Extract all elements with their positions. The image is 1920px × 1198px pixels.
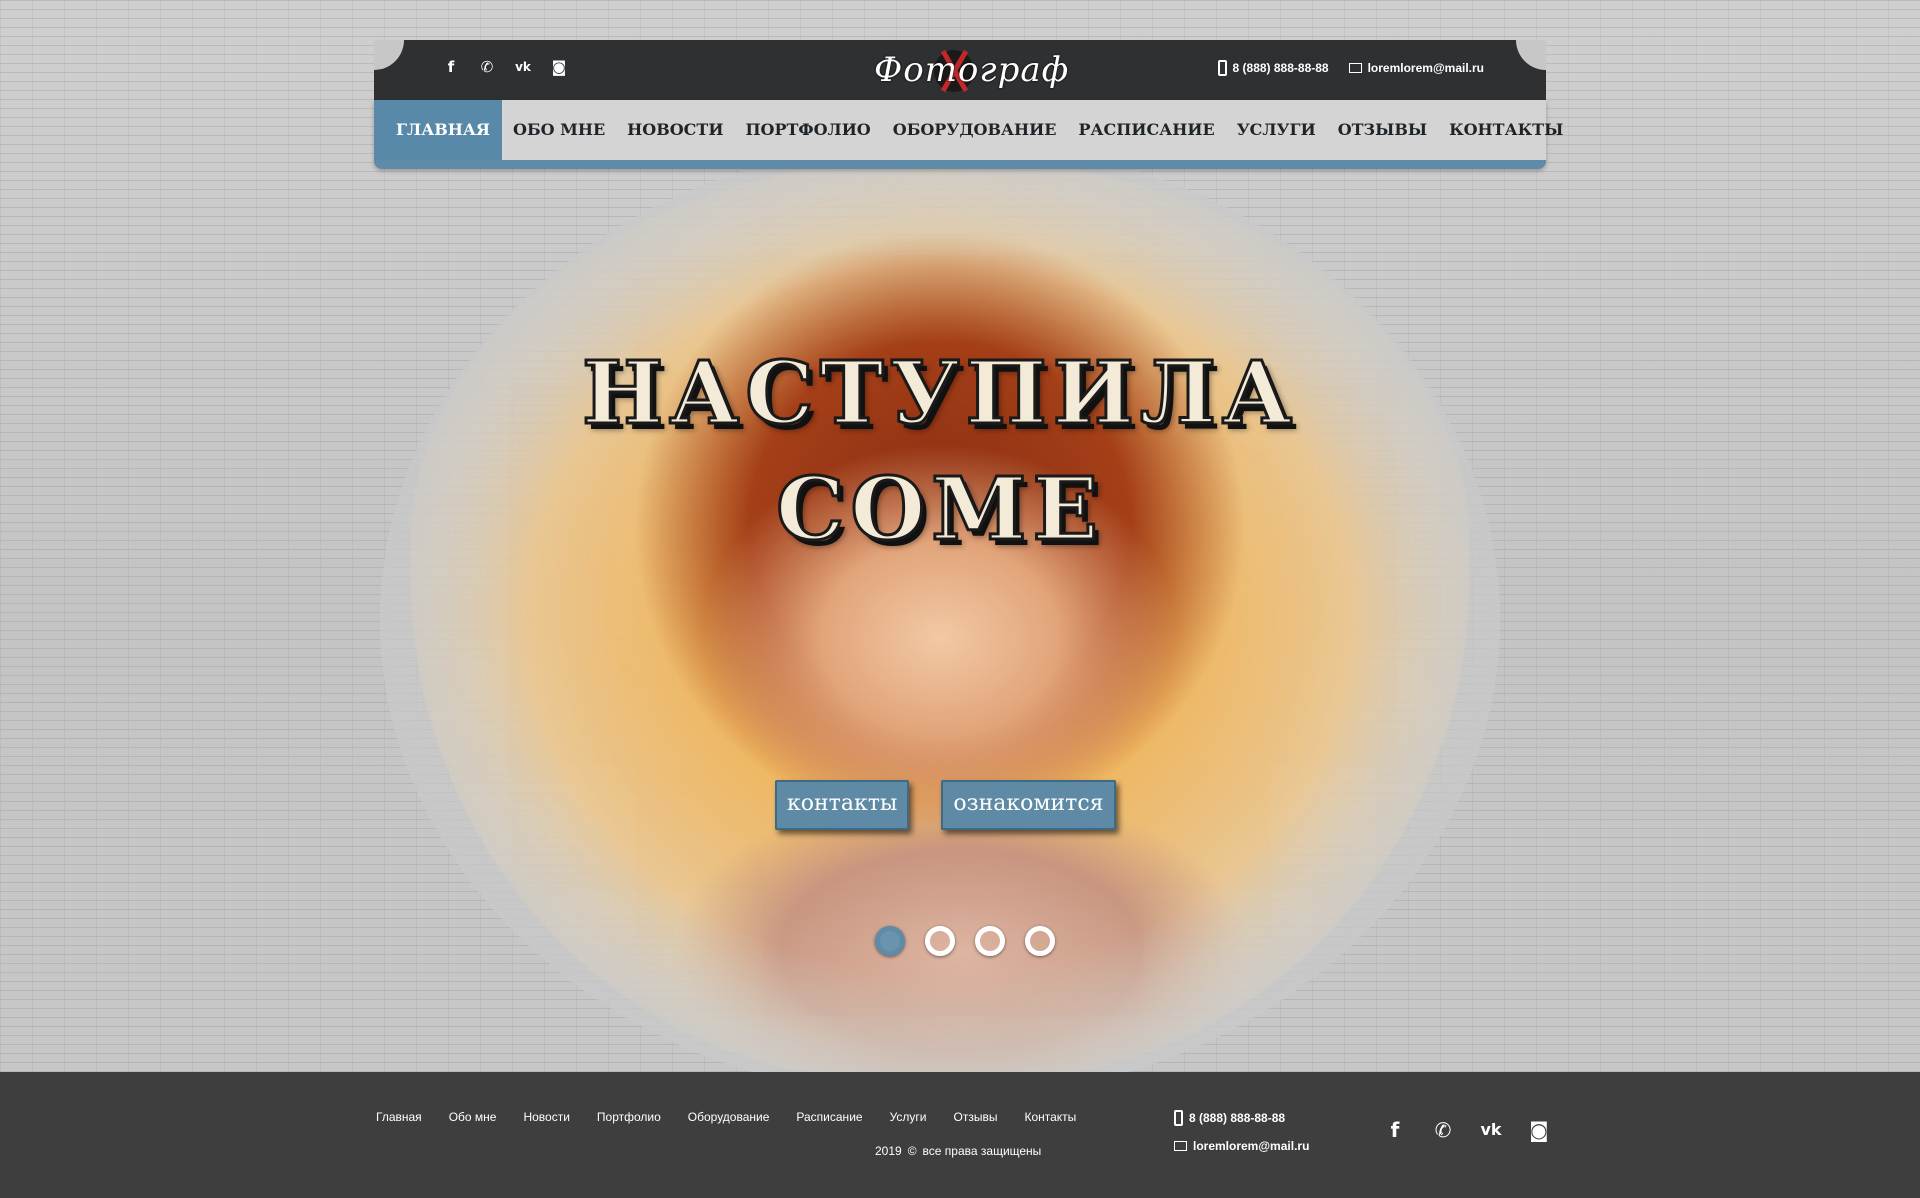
learn-more-button[interactable]: ознакомится [941, 780, 1116, 830]
nav-item-portfolio[interactable]: ПОРТФОЛИО [734, 100, 881, 160]
slider-dot[interactable] [925, 926, 955, 956]
footer-link-schedule[interactable]: Расписание [796, 1110, 862, 1124]
header-email-text: loremlorem@mail.ru [1367, 61, 1484, 75]
copyright-text: все права защищены [922, 1144, 1042, 1158]
slider-dot[interactable] [1025, 926, 1055, 956]
footer-phone-text: 8 (888) 888-88-88 [1189, 1111, 1286, 1125]
header-social-links: f ✆ vk ◙ [442, 58, 568, 76]
facebook-icon[interactable]: f [1383, 1118, 1407, 1142]
mail-icon [1174, 1141, 1187, 1151]
footer-contacts: 8 (888) 888-88-88 loremlorem@mail.ru [1174, 1110, 1309, 1166]
main-nav: ГЛАВНАЯ ОБО МНЕ НОВОСТИ ПОРТФОЛИО ОБОРУД… [374, 100, 1563, 169]
nav-item-news[interactable]: НОВОСТИ [616, 100, 734, 160]
footer-link-news[interactable]: Новости [523, 1110, 569, 1124]
facebook-icon[interactable]: f [442, 58, 460, 76]
site-header: f ✆ vk ◙ Фотограф 8 (888) 888-88-88 lore… [374, 40, 1563, 170]
header-phone-text: 8 (888) 888-88-88 [1232, 61, 1329, 75]
nav-item-contacts[interactable]: КОНТАКТЫ [1438, 100, 1574, 160]
slider-pagination [875, 926, 1055, 956]
footer-social-links: f ✆ vk ◙ [1383, 1118, 1551, 1142]
hero-buttons: контакты ознакомится [775, 780, 1116, 830]
instagram-icon[interactable]: ◙ [1527, 1118, 1551, 1142]
footer-link-about[interactable]: Обо мне [449, 1110, 497, 1124]
footer-link-portfolio[interactable]: Портфолио [597, 1110, 661, 1124]
slider-dot[interactable] [975, 926, 1005, 956]
contacts-button[interactable]: контакты [775, 780, 910, 830]
nav-item-services[interactable]: УСЛУГИ [1226, 100, 1327, 160]
header-phone[interactable]: 8 (888) 888-88-88 [1217, 60, 1329, 76]
phone-icon [1217, 60, 1227, 76]
nav-item-about[interactable]: ОБО МНЕ [502, 100, 616, 160]
nav-item-equipment[interactable]: ОБОРУДОВАНИЕ [882, 100, 1068, 160]
hero-headline-line2: СОМЕ [774, 458, 1105, 562]
footer-phone[interactable]: 8 (888) 888-88-88 [1174, 1110, 1309, 1126]
hero-headline: НАСТУПИЛА СОМЕ [540, 336, 1340, 568]
whatsapp-icon[interactable]: ✆ [1431, 1118, 1455, 1142]
site-logo[interactable]: Фотограф [874, 46, 1070, 96]
header-contacts: 8 (888) 888-88-88 loremlorem@mail.ru [1217, 60, 1484, 76]
footer-link-home[interactable]: Главная [376, 1110, 422, 1124]
site-footer: Главная Обо мне Новости Портфолио Оборуд… [0, 1072, 1920, 1198]
whatsapp-icon[interactable]: ✆ [478, 58, 496, 76]
header-topbar: f ✆ vk ◙ Фотограф 8 (888) 888-88-88 lore… [374, 40, 1546, 100]
footer-link-reviews[interactable]: Отзывы [953, 1110, 997, 1124]
logo-text: Фотограф [874, 50, 1070, 90]
footer-email-text: loremlorem@mail.ru [1193, 1139, 1310, 1153]
slider-dot[interactable] [875, 926, 905, 956]
vk-icon[interactable]: vk [1479, 1118, 1503, 1142]
instagram-icon[interactable]: ◙ [550, 58, 568, 76]
footer-nav: Главная Обо мне Новости Портфолио Оборуд… [376, 1110, 1103, 1124]
copyright-icon: © [907, 1144, 917, 1158]
header-email[interactable]: loremlorem@mail.ru [1348, 61, 1484, 75]
main-nav-list: ГЛАВНАЯ ОБО МНЕ НОВОСТИ ПОРТФОЛИО ОБОРУД… [374, 100, 1563, 160]
copyright-year: 2019 [875, 1144, 902, 1158]
hero-headline-line1: НАСТУПИЛА [580, 342, 1299, 446]
footer-link-contacts[interactable]: Контакты [1024, 1110, 1076, 1124]
footer-email[interactable]: loremlorem@mail.ru [1174, 1139, 1309, 1153]
footer-copyright: 2019 © все права защищены [875, 1144, 1041, 1158]
nav-item-home[interactable]: ГЛАВНАЯ [374, 100, 503, 160]
mail-icon [1348, 63, 1362, 73]
nav-item-reviews[interactable]: ОТЗЫВЫ [1327, 100, 1438, 160]
vk-icon[interactable]: vk [514, 58, 532, 76]
footer-link-services[interactable]: Услуги [890, 1110, 927, 1124]
phone-icon [1174, 1110, 1183, 1126]
footer-link-equipment[interactable]: Оборудование [688, 1110, 770, 1124]
nav-item-schedule[interactable]: РАСПИСАНИЕ [1067, 100, 1225, 160]
